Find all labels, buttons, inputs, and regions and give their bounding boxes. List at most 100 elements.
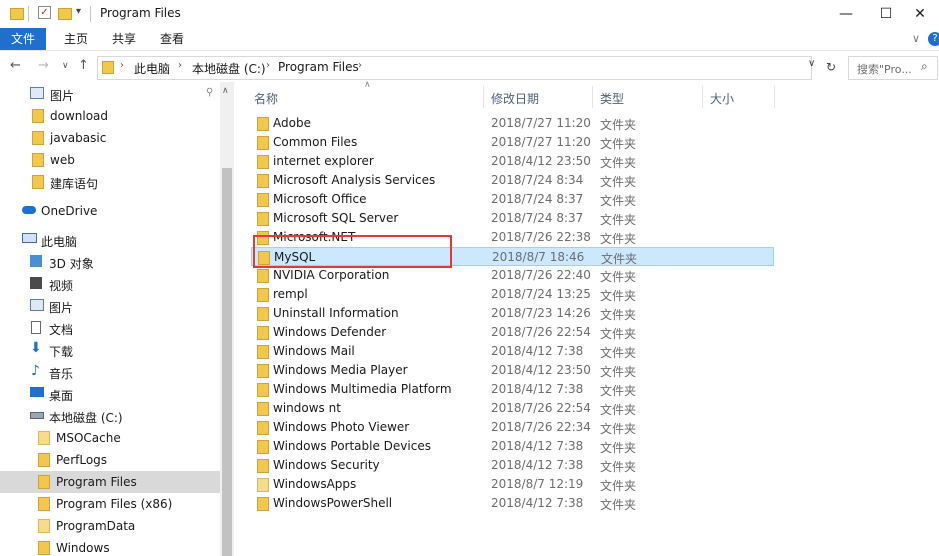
close-button[interactable]: ✕ xyxy=(900,0,939,28)
nav-item-label: 文档 xyxy=(49,323,74,337)
column-divider[interactable] xyxy=(774,86,775,108)
file-row[interactable]: Windows Media Player 2018/4/12 23:50 文件夹 xyxy=(251,361,774,380)
file-name: Windows Mail xyxy=(273,344,355,358)
nav-item-onedrive[interactable]: OneDrive xyxy=(0,200,220,222)
nav-item-perflogs[interactable]: PerfLogs xyxy=(0,449,220,471)
tab-view[interactable]: 查看 xyxy=(152,31,192,48)
nav-item-label: 本地磁盘 (C:) xyxy=(49,411,123,425)
nav-item-music[interactable]: ♪ 音乐 xyxy=(0,361,220,383)
file-row[interactable]: WindowsPowerShell 2018/4/12 7:38 文件夹 xyxy=(251,494,774,513)
chevron-right-icon[interactable]: › xyxy=(178,60,182,71)
file-row[interactable]: Microsoft Analysis Services 2018/7/24 8:3… xyxy=(251,171,774,190)
folder-icon xyxy=(257,326,269,340)
file-name: windows nt xyxy=(273,401,341,415)
file-name: Windows Defender xyxy=(273,325,387,339)
file-type: 文件夹 xyxy=(600,232,637,246)
address-bar[interactable]: › 此电脑 › 本地磁盘 (C:) › Program Files › xyxy=(97,56,812,80)
tab-home[interactable]: 主页 xyxy=(56,31,96,48)
nav-pane-scrollbar[interactable]: ∧ xyxy=(220,82,234,556)
window-title: Program Files xyxy=(100,6,181,20)
file-modified-date: 2018/4/12 7:38 xyxy=(491,382,584,396)
file-row[interactable]: NVIDIA Corporation 2018/7/26 22:40 文件夹 xyxy=(251,266,774,285)
file-row[interactable]: rempl 2018/7/24 13:25 文件夹 xyxy=(251,285,774,304)
file-type: 文件夹 xyxy=(600,327,637,341)
file-modified-date: 2018/7/27 11:20 xyxy=(491,116,591,130)
customize-quick-access-icon[interactable]: ▾ xyxy=(76,6,81,17)
file-row[interactable]: Windows Portable Devices 2018/4/12 7:38 文件… xyxy=(251,437,774,456)
nav-item-documents[interactable]: 文档 xyxy=(0,317,220,339)
recent-locations-icon[interactable]: ∨ xyxy=(62,61,69,71)
file-row[interactable]: WindowsApps 2018/8/7 12:19 文件夹 xyxy=(251,475,774,494)
up-icon[interactable]: ↑ xyxy=(78,58,89,73)
file-row[interactable]: Windows Defender 2018/7/26 22:54 文件夹 xyxy=(251,323,774,342)
expand-ribbon-icon[interactable]: ∨ xyxy=(912,32,920,45)
nav-item-program-files[interactable]: Program Files xyxy=(0,471,220,493)
file-name: Windows Portable Devices xyxy=(273,439,431,453)
column-header-name[interactable]: 名称 xyxy=(254,90,278,107)
column-divider[interactable] xyxy=(702,86,703,108)
refresh-icon[interactable]: ↻ xyxy=(822,56,840,78)
file-row[interactable]: Windows Multimedia Platform 2018/4/12 7:3… xyxy=(251,380,774,399)
chevron-right-icon[interactable]: › xyxy=(266,60,270,71)
column-divider[interactable] xyxy=(592,86,593,108)
nav-item-windows[interactable]: Windows xyxy=(0,537,220,556)
file-row[interactable]: Microsoft Office 2018/7/24 8:37 文件夹 xyxy=(251,190,774,209)
search-icon[interactable]: ⌕ xyxy=(921,59,928,74)
file-row[interactable]: Microsoft SQL Server 2018/7/24 8:37 文件夹 xyxy=(251,209,774,228)
nav-item-this-pc[interactable]: 此电脑 xyxy=(0,229,220,251)
file-row[interactable]: Windows Security 2018/4/12 7:38 文件夹 xyxy=(251,456,774,475)
file-type: 文件夹 xyxy=(600,460,637,474)
nav-item-download[interactable]: download xyxy=(0,105,220,127)
nav-item-desktop[interactable]: 桌面 xyxy=(0,383,220,405)
column-header-type[interactable]: 类型 xyxy=(600,90,624,107)
nav-item-3d-objects[interactable]: 3D 对象 xyxy=(0,251,220,273)
file-row[interactable]: Common Files 2018/7/27 11:20 文件夹 xyxy=(251,133,774,152)
nav-item-pictures-pinned[interactable]: 图片 ⚲ xyxy=(0,83,220,105)
folder-icon xyxy=(257,288,269,302)
file-row[interactable]: Windows Photo Viewer 2018/7/26 22:34 文件夹 xyxy=(251,418,774,437)
properties-icon[interactable]: ✓ xyxy=(38,6,51,19)
column-header-modified[interactable]: 修改日期 xyxy=(491,90,539,107)
file-row[interactable]: Windows Mail 2018/4/12 7:38 文件夹 xyxy=(251,342,774,361)
back-icon[interactable]: ← xyxy=(10,58,21,73)
scrollbar-thumb[interactable] xyxy=(222,168,232,556)
forward-icon[interactable]: → xyxy=(38,58,49,73)
minimize-button[interactable]: — xyxy=(826,0,866,28)
tab-share[interactable]: 共享 xyxy=(104,31,144,48)
address-dropdown-icon[interactable]: ∨ xyxy=(808,58,815,69)
folder-icon xyxy=(257,478,269,492)
file-row[interactable]: internet explorer 2018/4/12 23:50 文件夹 xyxy=(251,152,774,171)
search-box[interactable]: 搜索"Pro... ⌕ xyxy=(848,56,938,80)
file-row[interactable]: Adobe 2018/7/27 11:20 文件夹 xyxy=(251,114,774,133)
column-divider[interactable] xyxy=(483,86,484,108)
nav-item-downloads[interactable]: ⬇ 下载 xyxy=(0,339,220,361)
new-folder-icon[interactable] xyxy=(58,8,72,20)
nav-item-program-files-x86[interactable]: Program Files (x86) xyxy=(0,493,220,515)
nav-item-msocache[interactable]: MSOCache xyxy=(0,427,220,449)
column-header-size[interactable]: 大小 xyxy=(710,90,734,107)
help-icon[interactable]: ? xyxy=(928,32,939,46)
file-name: WindowsPowerShell xyxy=(273,496,393,510)
nav-item-javabasic[interactable]: javabasic xyxy=(0,127,220,149)
folder-icon xyxy=(38,431,50,445)
file-row[interactable]: windows nt 2018/7/26 22:54 文件夹 xyxy=(251,399,774,418)
file-modified-date: 2018/7/26 22:34 xyxy=(491,420,591,434)
nav-item-programdata[interactable]: ProgramData xyxy=(0,515,220,537)
pin-icon[interactable]: ⚲ xyxy=(206,87,213,98)
tab-file[interactable]: 文件 xyxy=(0,28,46,50)
nav-item-videos[interactable]: 视频 xyxy=(0,273,220,295)
chevron-right-icon[interactable]: › xyxy=(358,60,362,71)
breadcrumb-program-files[interactable]: Program Files xyxy=(278,60,359,74)
file-row[interactable]: Uninstall Information 2018/7/23 14:26 文件夹 xyxy=(251,304,774,323)
breadcrumb-this-pc[interactable]: 此电脑 xyxy=(134,60,170,77)
chevron-right-icon[interactable]: › xyxy=(120,60,124,71)
file-modified-date: 2018/8/7 18:46 xyxy=(492,250,585,264)
search-input[interactable]: 搜索"Pro... xyxy=(857,61,912,77)
scroll-up-icon[interactable]: ∧ xyxy=(222,86,229,96)
nav-item-web[interactable]: web xyxy=(0,149,220,171)
nav-item-sql-statements[interactable]: 建库语句 xyxy=(0,171,220,193)
nav-item-pictures[interactable]: 图片 xyxy=(0,295,220,317)
nav-item-local-disk[interactable]: 本地磁盘 (C:) xyxy=(0,405,220,427)
breadcrumb-local-disk[interactable]: 本地磁盘 (C:) xyxy=(192,60,266,77)
folder-icon xyxy=(38,475,50,489)
